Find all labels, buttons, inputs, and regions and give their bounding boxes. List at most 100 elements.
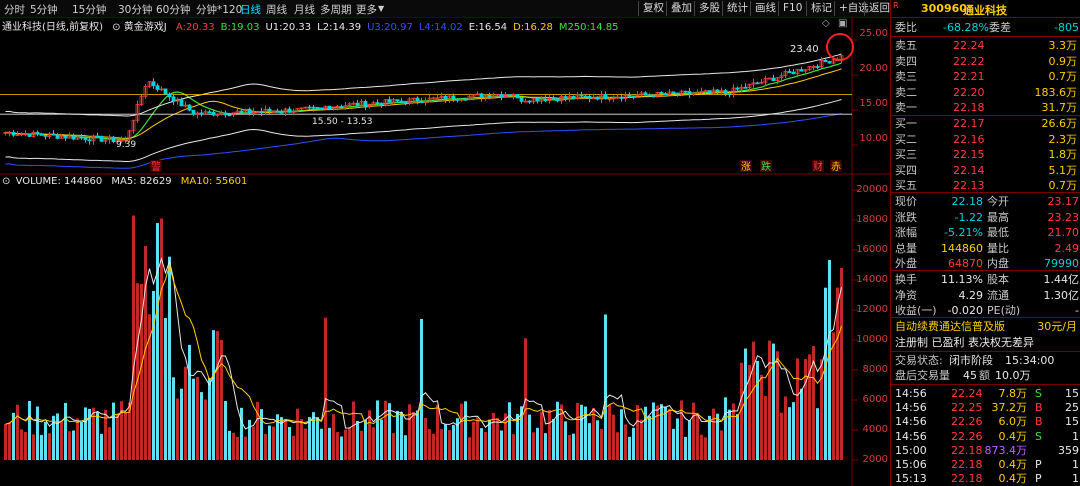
f10-button[interactable]: F10: [778, 1, 806, 16]
tab-30min[interactable]: 30分钟: [118, 2, 152, 17]
trade-extra: 359: [1058, 443, 1079, 457]
buy-row-0[interactable]: 买一 22.17 26.6万: [891, 116, 1080, 131]
buy-price: 22.16: [953, 132, 985, 146]
after-hours-row: 盘后交易量 45 额 10.0万: [891, 368, 1080, 383]
candle-body-10: [43, 135, 48, 137]
vol-bar-72: [292, 435, 295, 460]
stat-row-1: 涨跌 -1.22 最高 23.23: [891, 210, 1080, 225]
tab-monthly[interactable]: 月线: [294, 2, 315, 17]
trade-row-2[interactable]: 14:56 22.26 6.0万 B 15: [891, 414, 1080, 429]
candle-body-2: [11, 131, 16, 136]
vol-bar-175: [704, 437, 707, 460]
promo-price[interactable]: 30元/月: [1037, 319, 1077, 334]
multi-stock-button[interactable]: 多股: [694, 1, 724, 16]
vol-bar-6: [28, 401, 31, 460]
sell-row-2[interactable]: 卖三 22.21 0.7万: [891, 69, 1080, 84]
vol-bar-158: [636, 405, 639, 460]
price-axis-15: 15.00: [859, 98, 888, 109]
vol-bar-144: [580, 404, 583, 460]
vol-bar-168: [676, 418, 679, 460]
mark-button[interactable]: 标记: [806, 1, 836, 16]
sell-row-4[interactable]: 卖一 22.18 31.7万: [891, 100, 1080, 115]
trade-price: 22.24: [951, 387, 983, 400]
overlay-button[interactable]: 叠加: [666, 1, 696, 16]
stat-value-2: 79990: [1044, 257, 1079, 270]
tab-more[interactable]: 更多: [356, 2, 377, 17]
more-dropdown-icon[interactable]: ▼: [378, 4, 384, 13]
vol-bar-108: [436, 404, 439, 460]
vol-bar-46: [188, 344, 191, 460]
vol-bar-90: [364, 419, 367, 460]
vol-bar-120: [484, 431, 487, 460]
chart-area[interactable]: 警涨跌财赤 通业科技(日线,前复权) ⊙ 黄金游戏J A:20.33 B:19.0…: [0, 18, 890, 486]
promo-text[interactable]: 自动续费通达信普及版: [895, 319, 1005, 334]
draw-button[interactable]: 画线: [750, 1, 780, 16]
tab-timeshare[interactable]: 分时: [4, 2, 25, 17]
trade-time: 15:06: [895, 458, 927, 471]
promo-row[interactable]: 自动续费通达信普及版 30元/月: [891, 319, 1080, 334]
stat2-label-2: 股本: [987, 273, 1009, 286]
vol-ma5: MA5: 82629: [111, 176, 172, 187]
candle-body-176: [707, 90, 712, 93]
buy-volume: 0.7万: [1048, 179, 1078, 192]
candle-body-56: [227, 114, 232, 117]
tab-weekly[interactable]: 周线: [266, 2, 287, 17]
reg-text: 注册制 已盈利 表决权无差异: [895, 336, 1034, 349]
candle-body-160: [643, 92, 648, 96]
candle-body-52: [211, 111, 216, 116]
vol-bar-190: [764, 396, 767, 460]
marker-1: 涨: [741, 161, 751, 173]
trade-row-1[interactable]: 14:56 22.25 37.2万 B 25: [891, 400, 1080, 415]
vol-bar-147: [592, 408, 595, 460]
chart-window-icon[interactable]: ▣: [838, 18, 847, 29]
vol-bar-164: [660, 404, 663, 460]
tab-60min[interactable]: 60分钟: [156, 2, 190, 17]
weibi-row: 委比 -68.28% 委差 -805: [891, 20, 1080, 35]
buy-row-2[interactable]: 买三 22.15 1.8万: [891, 147, 1080, 162]
buy-row-3[interactable]: 买四 22.14 5.1万: [891, 163, 1080, 178]
chart-svg[interactable]: 警 涨跌 财赤: [0, 18, 890, 486]
buy-volume: 2.3万: [1048, 132, 1078, 146]
candle-body-146: [587, 95, 592, 99]
vol-bar-154: [620, 409, 623, 460]
ind-key-4: U3:: [367, 22, 385, 33]
candle-body-19: [79, 136, 84, 139]
candle-body-144: [579, 94, 584, 97]
stat2-value: 11.13%: [941, 273, 983, 286]
candles: [3, 54, 844, 145]
price-axis-20: 20.00: [859, 63, 888, 74]
sell-row-0[interactable]: 卖五 22.24 3.3万: [891, 38, 1080, 53]
tab-120min[interactable]: 分钟*120: [196, 2, 242, 17]
adjust-button[interactable]: 复权: [638, 1, 668, 16]
volume-ma-lines: [5, 256, 842, 430]
candle-body-40: [163, 88, 168, 95]
tab-multi-period[interactable]: 多周期: [320, 2, 352, 17]
tab-daily[interactable]: 日线: [240, 2, 261, 17]
trade-row-0[interactable]: 14:56 22.24 7.8万 S 15: [891, 386, 1080, 401]
vol-bar-207: [832, 332, 835, 460]
sell-row-3[interactable]: 卖二 22.20 183.6万: [891, 85, 1080, 100]
sell-row-1[interactable]: 卖四 22.22 0.9万: [891, 54, 1080, 69]
trade-row-3[interactable]: 14:56 22.26 0.4万 S 1: [891, 429, 1080, 444]
vol-bar-152: [612, 414, 615, 460]
vol-bar-1: [8, 422, 11, 460]
tab-15min[interactable]: 15分钟: [72, 2, 106, 17]
trade-row-4[interactable]: 15:00 22.18 873.4万 359: [891, 443, 1080, 458]
buy-row-4[interactable]: 买五 22.13 0.7万: [891, 178, 1080, 193]
stats-button[interactable]: 统计: [722, 1, 752, 16]
vol-bar-102: [412, 412, 415, 460]
buy-row-1[interactable]: 买二 22.16 2.3万: [891, 132, 1080, 147]
price-axis-25: 25.00: [859, 28, 888, 39]
indicator-name[interactable]: 黄金游戏J: [124, 22, 167, 33]
tab-5min[interactable]: 5分钟: [30, 2, 58, 17]
buy-volume: 1.8万: [1048, 148, 1078, 161]
vol-axis-label-3: 14000: [856, 274, 888, 285]
vol-bar-143: [576, 402, 579, 460]
trade-row-6[interactable]: 15:13 22.18 0.4万 P 1: [891, 471, 1080, 486]
trade-row-5[interactable]: 15:06 22.18 0.4万 P 1: [891, 457, 1080, 472]
trade-flag: P: [1035, 472, 1042, 486]
stat-label-2: 量比: [987, 241, 1009, 255]
trade-time: 14:56: [895, 387, 927, 400]
chart-settings-icon[interactable]: ◇: [822, 18, 830, 29]
vol-bar-179: [720, 430, 723, 460]
